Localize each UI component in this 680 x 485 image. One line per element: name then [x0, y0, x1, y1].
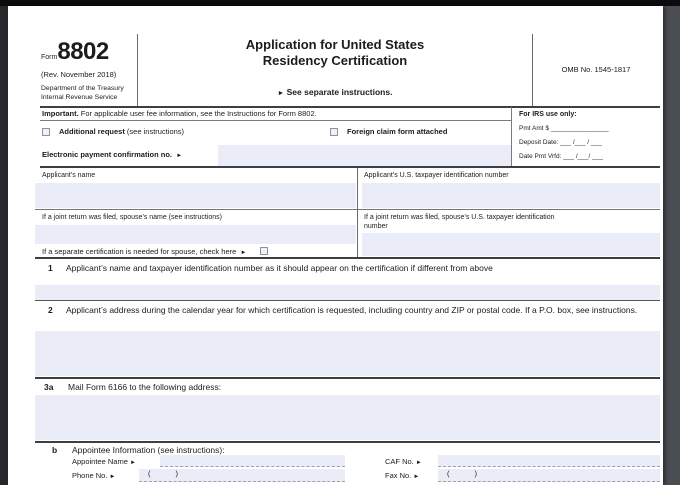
omb-number: OMB No. 1545-1817 — [561, 65, 631, 74]
irs-box-title: For IRS use only: — [519, 111, 577, 118]
line3b-number: b — [52, 445, 58, 455]
irs-use-only-box: For IRS use only: Pmt Amt $ ____________… — [511, 107, 660, 167]
see-instructions-text: See separate instructions. — [286, 87, 393, 97]
spouse-tin-label: If a joint return was filed, spouse’s U.… — [364, 214, 555, 231]
form-number: 8802 — [57, 38, 109, 66]
form-number-block: Form 8802 — [41, 36, 109, 64]
caf-no-label: CAF No. ► — [385, 457, 422, 466]
additional-request-checkbox[interactable] — [42, 128, 50, 136]
agency-line1: Department of the Treasury — [41, 85, 124, 92]
electronic-payment-label: Electronic payment confirmation no. ► — [42, 150, 183, 159]
additional-request-label: Additional request (see instructions) — [59, 127, 184, 137]
important-lead: Important. — [42, 109, 79, 118]
arrow-icon: ► — [129, 460, 136, 466]
applicant-tin-label: Applicant’s U.S. taxpayer identification… — [364, 172, 509, 179]
fax-no-label: Fax No. ► — [385, 471, 420, 480]
line1-number: 1 — [48, 263, 53, 273]
line2-field[interactable] — [35, 331, 660, 376]
applicant-tin-field[interactable] — [362, 183, 660, 208]
line3a-field[interactable] — [35, 395, 660, 440]
section-rule-3 — [35, 377, 660, 379]
irs-box-pmt-amt: Pmt Amt $ ________________ — [519, 125, 609, 132]
section-rule-4 — [35, 441, 660, 443]
appointee-name-input[interactable] — [160, 455, 345, 467]
separate-cert-checkbox[interactable] — [260, 247, 268, 255]
form-title-line2: Residency Certification — [262, 53, 408, 69]
applicant-row-divider — [35, 209, 660, 210]
line1-field[interactable] — [35, 285, 660, 300]
line3a-text: Mail Form 6166 to the following address: — [68, 382, 222, 392]
irs-box-date-pmt-vrfd: Date Pmt Vrfd: ___ /___/ ___ — [519, 153, 603, 160]
spouse-name-label: If a joint return was filed, spouse’s na… — [42, 214, 223, 221]
section-rule-1 — [40, 166, 660, 168]
irs-box-deposit-date: Deposit Date: ___ /___ / ___ — [519, 139, 602, 146]
applicant-name-field[interactable] — [35, 183, 356, 208]
section-rule-2 — [35, 257, 660, 259]
important-text: For applicable user fee information, see… — [78, 109, 317, 118]
see-instructions-note: ► See separate instructions. — [138, 87, 532, 97]
line1-rule — [35, 300, 660, 301]
arrow-icon: ► — [240, 250, 247, 256]
phone-no-label: Phone No. ► — [72, 471, 116, 480]
agency-line2: Internal Revenue Service — [41, 94, 118, 101]
electronic-payment-field[interactable] — [218, 145, 511, 166]
form-page: Form 8802 (Rev. November 2018) Departmen… — [8, 6, 663, 485]
line2-text: Applicant’s address during the calendar … — [66, 305, 638, 315]
separate-cert-label: If a separate certification is needed fo… — [42, 247, 237, 256]
arrow-icon: ► — [176, 153, 183, 159]
arrow-icon: ► — [109, 474, 116, 480]
caf-no-input[interactable] — [438, 455, 660, 467]
important-row: Important. For applicable user fee infor… — [40, 107, 511, 121]
applicant-column-divider — [357, 168, 358, 258]
foreign-claim-checkbox[interactable] — [330, 128, 338, 136]
form-title: Application for United States Residency … — [138, 37, 532, 70]
arrow-icon: ► — [277, 90, 285, 97]
additional-request-note: (see instructions) — [124, 127, 185, 136]
applicant-name-label: Applicant’s name — [42, 172, 96, 179]
line2-number: 2 — [48, 305, 53, 315]
arrow-icon: ► — [413, 474, 420, 480]
form-word: Form — [41, 54, 58, 61]
phone-no-input[interactable]: ( ) — [139, 469, 345, 482]
fax-no-input[interactable]: ( ) — [438, 469, 660, 482]
line3a-number: 3a — [44, 382, 54, 392]
form-title-line1: Application for United States — [245, 37, 425, 52]
arrow-icon: ► — [415, 460, 422, 466]
form-revision: (Rev. November 2018) — [41, 70, 117, 79]
additional-request-bold: Additional request — [59, 127, 125, 136]
line1-text: Applicant’s name and taxpayer identifica… — [66, 263, 493, 273]
spouse-tin-field[interactable] — [362, 233, 660, 256]
viewer-left-edge — [0, 0, 8, 485]
appointee-name-label: Appointee Name ► — [72, 457, 136, 466]
foreign-claim-label: Foreign claim form attached — [347, 127, 448, 136]
spouse-name-field[interactable] — [35, 225, 356, 244]
